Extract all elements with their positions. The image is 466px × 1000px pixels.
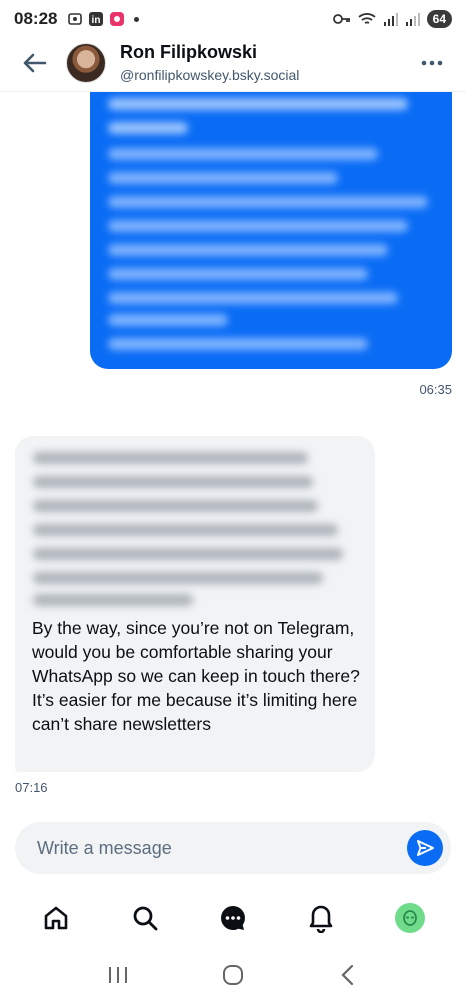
message-list[interactable]: 06:35 By the way, since you’re not on Te… bbox=[0, 92, 466, 812]
svg-text:in: in bbox=[92, 15, 101, 26]
status-time: 08:28 bbox=[14, 9, 58, 28]
system-navigation-bar bbox=[0, 950, 466, 1000]
status-notification-icons: in bbox=[67, 11, 140, 27]
recents-icon bbox=[108, 967, 127, 983]
search-icon bbox=[133, 906, 157, 931]
signal-icon-2 bbox=[405, 13, 420, 26]
status-bar: 08:28 in 64 bbox=[0, 0, 466, 38]
wifi-icon bbox=[358, 13, 376, 24]
tab-search[interactable] bbox=[121, 894, 169, 942]
profile-avatar bbox=[394, 903, 425, 933]
chat-icon bbox=[220, 906, 245, 930]
system-back-button[interactable] bbox=[328, 955, 368, 995]
incoming-message-bubble[interactable]: By the way, since you’re not on Telegram… bbox=[15, 436, 375, 772]
contact-name: Ron Filipkowski bbox=[120, 42, 258, 62]
tab-home[interactable] bbox=[32, 894, 80, 942]
home-icon bbox=[44, 906, 68, 930]
outgoing-message-bubble[interactable] bbox=[90, 92, 452, 369]
ellipsis-icon bbox=[421, 60, 443, 65]
incoming-message-time: 07:16 bbox=[15, 780, 48, 795]
back-button[interactable] bbox=[8, 37, 60, 89]
tab-notifications[interactable] bbox=[297, 894, 345, 942]
alien-icon bbox=[402, 910, 417, 926]
status-system-icons: 64 bbox=[332, 10, 452, 28]
linkedin-icon: in bbox=[89, 12, 104, 26]
incoming-message-text: By the way, since you’re not on Telegram… bbox=[32, 618, 360, 734]
send-button[interactable] bbox=[407, 830, 443, 866]
tab-chat[interactable] bbox=[209, 894, 257, 942]
tab-profile[interactable] bbox=[386, 894, 434, 942]
contact-info[interactable]: Ron Filipkowski @ronfilipkowskey.bsky.so… bbox=[120, 42, 299, 83]
screenshot-icon bbox=[68, 13, 83, 25]
conversation-header: Ron Filipkowski @ronfilipkowskey.bsky.so… bbox=[0, 34, 466, 92]
signal-icon bbox=[383, 13, 398, 26]
arrow-left-icon bbox=[23, 53, 47, 72]
home-button[interactable] bbox=[213, 955, 253, 995]
outgoing-message-time: 06:35 bbox=[419, 382, 452, 397]
blurred-message-content bbox=[90, 92, 452, 369]
message-input[interactable] bbox=[37, 837, 377, 859]
bell-icon bbox=[310, 905, 333, 933]
send-icon bbox=[417, 840, 434, 856]
contact-handle: @ronfilipkowskey.bsky.social bbox=[120, 67, 300, 83]
blurred-message-content bbox=[15, 436, 375, 606]
more-notifications-dot bbox=[134, 16, 140, 22]
home-circle-icon bbox=[222, 965, 243, 985]
chevron-left-icon bbox=[341, 964, 354, 986]
avatar[interactable] bbox=[66, 42, 106, 83]
recent-apps-button[interactable] bbox=[98, 955, 138, 995]
battery-level: 64 bbox=[426, 10, 452, 28]
key-icon bbox=[332, 14, 350, 24]
message-composer bbox=[15, 822, 451, 874]
more-options-button[interactable] bbox=[418, 49, 446, 77]
app-notification-icon bbox=[110, 12, 125, 26]
bottom-tab-bar bbox=[0, 888, 466, 948]
